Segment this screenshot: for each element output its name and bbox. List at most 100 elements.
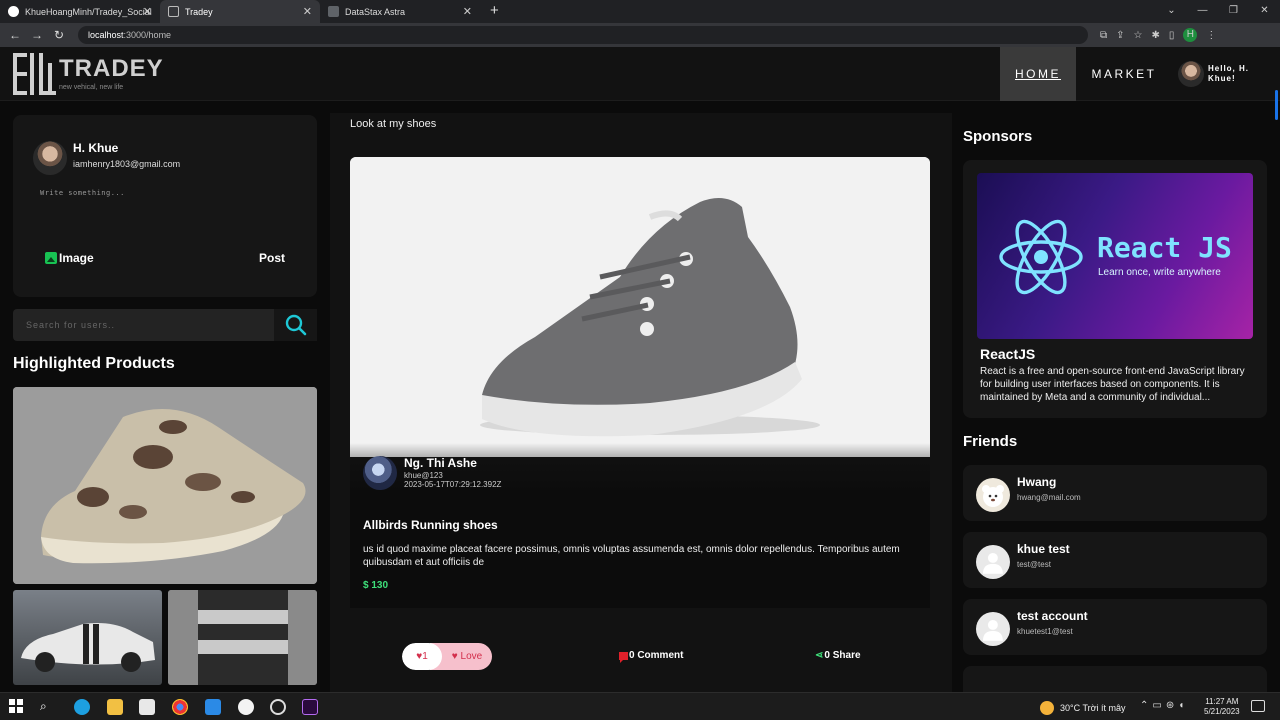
highlighted-product-shirt[interactable] <box>168 590 317 685</box>
share-page-icon[interactable]: ⇪ <box>1116 30 1124 41</box>
tab-label: Tradey <box>185 6 213 17</box>
author-name: Ng. Thi Ashe <box>404 456 477 470</box>
clock[interactable]: 11:27 AM 5/21/2023 <box>1204 697 1240 717</box>
friend-item[interactable]: khue test test@test <box>963 532 1267 588</box>
love-label: Love <box>460 651 483 662</box>
notification-icon[interactable] <box>1251 700 1265 712</box>
tab-datastax[interactable]: DataStax Astra ✕ <box>320 0 480 23</box>
close-icon[interactable]: ✕ <box>143 5 152 18</box>
vscode-icon[interactable] <box>205 699 221 715</box>
top-nav: HOME MARKET Hello, H. Khue! <box>1000 47 1280 101</box>
tab-tradey[interactable]: Tradey ✕ <box>160 0 320 23</box>
like-count[interactable]: ♥ 1 <box>402 643 442 670</box>
search-icon[interactable]: ⌕ <box>40 699 56 715</box>
shirt-image <box>168 590 317 685</box>
friends-title: Friends <box>963 433 1018 450</box>
search-button[interactable] <box>274 309 317 341</box>
tab-search-icon[interactable]: ⌄ <box>1156 0 1187 23</box>
friend-item[interactable] <box>963 666 1267 692</box>
back-icon[interactable]: ← <box>4 28 26 42</box>
comment-icon <box>619 651 628 663</box>
github-icon <box>8 6 19 17</box>
nav-user-menu[interactable]: Hello, H. Khue! <box>1172 61 1280 87</box>
windows-start-icon[interactable] <box>9 699 25 715</box>
tab-github[interactable]: KhueHoangMinh/Tradey_Social ✕ <box>0 0 160 23</box>
profile-avatar[interactable]: H <box>1183 28 1198 42</box>
highlighted-product-car[interactable] <box>13 590 162 685</box>
nav-home[interactable]: HOME <box>1000 47 1076 101</box>
nav-market[interactable]: MARKET <box>1076 67 1172 81</box>
forward-icon[interactable]: → <box>26 28 48 42</box>
user-greeting: Hello, H. Khue! <box>1208 64 1250 83</box>
sponsor-card[interactable]: React JS Learn once, write anywhere Reac… <box>963 160 1267 418</box>
share-label: 0 Share <box>824 650 861 661</box>
post-button[interactable]: Post <box>259 251 285 265</box>
page-scrollbar[interactable] <box>1275 90 1278 120</box>
url-host: localhost <box>88 30 124 40</box>
share-button[interactable]: ⋖ 0 Share <box>815 650 861 661</box>
edge-icon[interactable] <box>74 699 90 715</box>
sponsor-description: React is a free and open-source front-en… <box>980 366 1245 403</box>
side-panel-icon[interactable]: ▯ <box>1169 30 1175 41</box>
new-tab-button[interactable]: + <box>480 0 509 23</box>
post-timestamp: 2023-05-17T07:29:12.392Z <box>404 480 502 489</box>
highlighted-product-image[interactable] <box>13 387 317 584</box>
app-header: TRADEY new vehical, new life HOME MARKET… <box>0 47 1280 101</box>
post-text-input[interactable]: Write something... <box>40 189 125 197</box>
add-image-button[interactable]: Image <box>45 251 94 265</box>
bear-avatar-icon <box>982 485 1004 507</box>
obs-icon[interactable] <box>270 699 286 715</box>
url-field[interactable]: localhost:3000/home <box>78 26 1088 44</box>
image-icon <box>45 252 57 264</box>
product-price: $ 130 <box>363 580 389 591</box>
sneaker-image <box>13 387 317 584</box>
post-image[interactable] <box>350 157 930 457</box>
friend-name: Hwang <box>1017 475 1057 489</box>
browser-actions: ⧉ ⇪ ☆ ✱ ▯ H ⋮ <box>1100 28 1216 42</box>
author-handle: khue@123 <box>404 471 443 480</box>
brand-name: TRADEY <box>59 55 164 82</box>
user-icon <box>983 553 1003 574</box>
close-icon[interactable]: ✕ <box>303 5 312 18</box>
search-input[interactable] <box>13 309 274 341</box>
restore-icon[interactable]: ❐ <box>1218 0 1249 23</box>
weather-text: 30°C Trời ít mây <box>1060 703 1126 713</box>
shoe-image <box>350 157 930 457</box>
close-icon[interactable]: ✕ <box>463 5 472 18</box>
user-search <box>13 309 317 341</box>
extensions-icon[interactable]: ✱ <box>1152 30 1160 41</box>
brand-tagline: new vehical, new life <box>59 84 124 91</box>
app-icon[interactable] <box>238 699 254 715</box>
post-author[interactable]: Ng. Thi Ashe khue@123 2023-05-17T07:29:1… <box>363 456 501 490</box>
post-actions: ♥ 1 ♥ Love 0 Comment ⋖ 0 Share <box>330 643 952 673</box>
sponsor-name: ReactJS <box>980 346 1036 362</box>
friend-email: test@test <box>1017 560 1051 569</box>
os-taskbar: ⌕ 30°C Trời ít mây ⌃▭⊛◖ 11:27 AM 5/21/20… <box>0 692 1280 720</box>
premiere-icon[interactable] <box>302 699 318 715</box>
car-image <box>21 623 155 672</box>
minimize-icon[interactable]: — <box>1187 0 1218 23</box>
weather-icon <box>1040 701 1054 715</box>
avatar <box>976 612 1010 646</box>
comment-label: 0 Comment <box>629 650 684 661</box>
friend-item[interactable]: test account khuetest1@test <box>963 599 1267 655</box>
chrome-icon[interactable] <box>172 699 188 715</box>
weather-widget[interactable]: 30°C Trời ít mây <box>1040 701 1126 715</box>
friend-item[interactable]: Hwang hwang@mail.com <box>963 465 1267 521</box>
file-explorer-icon[interactable] <box>107 699 123 715</box>
system-tray[interactable]: ⌃▭⊛◖ <box>1140 700 1188 711</box>
sponsor-banner: React JS Learn once, write anywhere <box>977 173 1253 339</box>
avatar <box>976 478 1010 512</box>
avatar <box>33 141 67 175</box>
close-window-icon[interactable]: ✕ <box>1249 0 1280 23</box>
datastax-icon <box>328 6 339 17</box>
friend-name: khue test <box>1017 542 1070 556</box>
store-icon[interactable] <box>139 699 155 715</box>
product-description: us id quod maxime placeat facere possimu… <box>363 544 900 568</box>
tradey-logo[interactable]: TRADEY new vehical, new life <box>13 53 164 95</box>
reload-icon[interactable]: ↻ <box>48 28 70 42</box>
bookmark-star-icon[interactable]: ☆ <box>1134 30 1143 41</box>
browser-menu-icon[interactable]: ⋮ <box>1206 30 1216 41</box>
install-icon[interactable]: ⧉ <box>1100 30 1107 41</box>
comment-button[interactable]: 0 Comment <box>619 650 684 663</box>
